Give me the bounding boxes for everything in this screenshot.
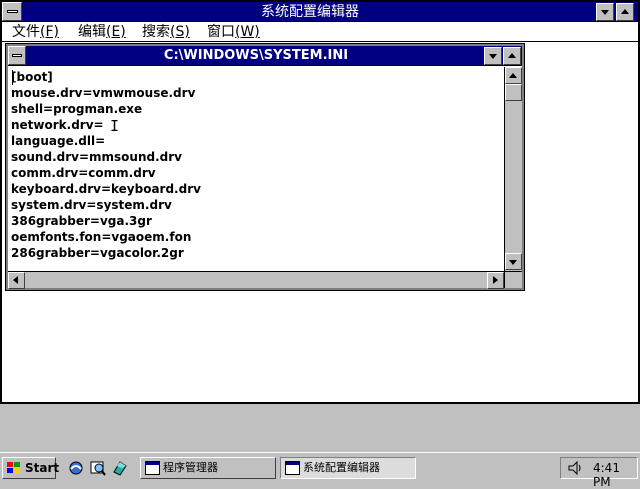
system-tray: 4:41 PM bbox=[560, 457, 638, 489]
quick-launch bbox=[64, 457, 136, 479]
menu-window[interactable]: 窗口(W) bbox=[207, 24, 260, 40]
scroll-right-button[interactable] bbox=[487, 272, 504, 289]
scroll-up-icon bbox=[509, 73, 517, 78]
window-title: 系统配置编辑器 bbox=[261, 4, 359, 20]
text-line[interactable]: 386grabber=vga.3gr bbox=[11, 213, 152, 229]
menu-search-accel: (S) bbox=[170, 24, 190, 40]
child-system-menu-button[interactable] bbox=[8, 46, 26, 65]
start-button[interactable]: Start bbox=[2, 457, 60, 479]
search-icon[interactable] bbox=[90, 460, 106, 476]
menu-file[interactable]: 文件(F) bbox=[12, 24, 59, 40]
text-caret bbox=[12, 70, 13, 85]
text-line[interactable]: system.drv=system.drv bbox=[11, 197, 172, 213]
task-button-sysedit[interactable]: 系统配置编辑器 bbox=[280, 457, 416, 479]
scroll-right-icon bbox=[493, 276, 498, 284]
text-line[interactable]: language.dll= bbox=[11, 133, 105, 149]
scroll-up-button[interactable] bbox=[505, 67, 522, 84]
menu-file-accel: (F) bbox=[40, 24, 59, 40]
menu-edit[interactable]: 编辑(E) bbox=[78, 24, 126, 40]
menu-edit-accel: (E) bbox=[106, 24, 126, 40]
text-line[interactable]: oemfonts.fon=vgaoem.fon bbox=[11, 229, 191, 245]
text-line[interactable]: comm.drv=comm.drv bbox=[11, 165, 156, 181]
child-minimize-icon bbox=[489, 54, 497, 59]
ibeam-cursor-icon: I bbox=[110, 117, 120, 135]
desktop: 系统配置编辑器 文件(F) 编辑(E) 搜索(S) 窗口(W) C:\WINDO… bbox=[0, 0, 640, 489]
taskbar: Start 程序管理器 系统配置编辑器 4:41 PM bbox=[0, 452, 640, 489]
sysedit-window: 系统配置编辑器 文件(F) 编辑(E) 搜索(S) 窗口(W) C:\WINDO… bbox=[0, 0, 640, 404]
program-manager-icon bbox=[145, 461, 160, 475]
horizontal-scrollbar[interactable] bbox=[8, 271, 504, 289]
start-label: Start bbox=[25, 461, 60, 475]
clock[interactable]: 4:41 PM bbox=[593, 461, 637, 489]
text-line[interactable]: 286grabber=vgacolor.2gr bbox=[11, 245, 184, 261]
vertical-scrollbar[interactable] bbox=[504, 67, 522, 271]
sysedit-icon bbox=[285, 461, 300, 475]
scroll-left-button[interactable] bbox=[8, 272, 25, 289]
internet-explorer-icon[interactable] bbox=[68, 460, 84, 476]
text-line[interactable]: keyboard.drv=keyboard.drv bbox=[11, 181, 201, 197]
menu-search-label: 搜索 bbox=[142, 24, 170, 40]
size-box bbox=[504, 271, 522, 288]
system-ini-window: C:\WINDOWS\SYSTEM.INI [boot] mouse.drv=v… bbox=[5, 43, 525, 291]
system-menu-button[interactable] bbox=[2, 2, 22, 21]
task-label: 系统配置编辑器 bbox=[303, 461, 380, 474]
child-titlebar[interactable]: C:\WINDOWS\SYSTEM.INI bbox=[8, 46, 522, 66]
child-system-menu-icon bbox=[12, 54, 22, 57]
vertical-scroll-thumb[interactable] bbox=[505, 84, 522, 101]
maximize-button[interactable] bbox=[616, 3, 634, 21]
scroll-down-button[interactable] bbox=[505, 253, 522, 270]
menu-edit-label: 编辑 bbox=[78, 24, 106, 40]
task-button-program-manager[interactable]: 程序管理器 bbox=[140, 457, 276, 479]
text-line[interactable]: network.drv= bbox=[11, 117, 104, 133]
text-line[interactable]: shell=progman.exe bbox=[11, 101, 142, 117]
main-titlebar[interactable]: 系统配置编辑器 bbox=[2, 2, 638, 22]
menu-file-label: 文件 bbox=[12, 24, 40, 40]
child-maximize-icon bbox=[508, 53, 516, 58]
speaker-icon[interactable] bbox=[567, 461, 583, 475]
document-title: C:\WINDOWS\SYSTEM.INI bbox=[163, 48, 349, 63]
minimize-button[interactable] bbox=[596, 3, 614, 21]
minimize-icon bbox=[601, 10, 609, 15]
maximize-icon bbox=[621, 9, 629, 14]
task-label: 程序管理器 bbox=[163, 461, 218, 474]
menu-window-label: 窗口 bbox=[207, 24, 235, 40]
menu-window-accel: (W) bbox=[235, 24, 260, 40]
text-line[interactable]: [boot] bbox=[11, 69, 53, 85]
scroll-down-icon bbox=[509, 260, 517, 265]
child-maximize-button[interactable] bbox=[503, 47, 521, 65]
scroll-left-icon bbox=[13, 276, 18, 284]
system-menu-icon bbox=[7, 10, 18, 13]
windows-logo-icon bbox=[7, 462, 20, 473]
child-minimize-button[interactable] bbox=[484, 47, 502, 65]
menu-bar: 文件(F) 编辑(E) 搜索(S) 窗口(W) bbox=[2, 22, 638, 42]
menu-search[interactable]: 搜索(S) bbox=[142, 24, 190, 40]
text-line[interactable]: sound.drv=mmsound.drv bbox=[11, 149, 182, 165]
text-line[interactable]: mouse.drv=vmwmouse.drv bbox=[11, 85, 195, 101]
text-editor[interactable]: [boot] mouse.drv=vmwmouse.drv shell=prog… bbox=[8, 67, 504, 271]
channels-icon[interactable] bbox=[112, 460, 128, 476]
